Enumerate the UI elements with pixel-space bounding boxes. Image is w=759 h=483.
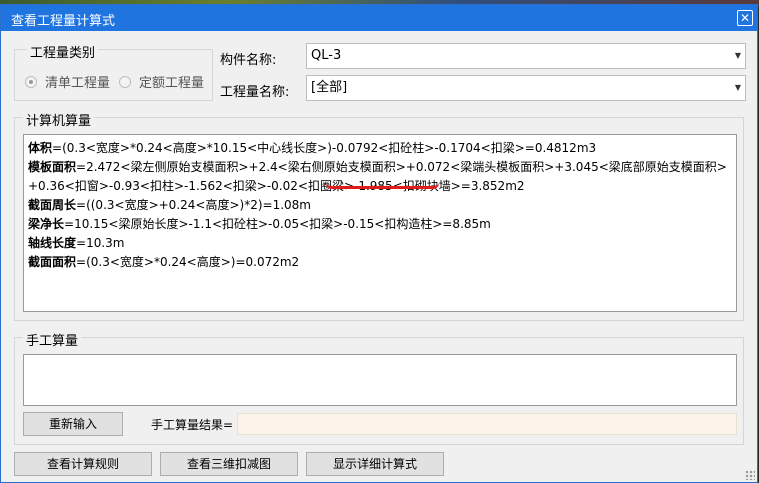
- calc-line-name: 体积: [28, 141, 53, 155]
- quantity-name-select[interactable]: [全部] ▼: [306, 75, 746, 101]
- manual-result-label: 手工算量结果=: [151, 418, 234, 432]
- calc-line-perimeter: 截面周长=((0.3<宽度>+0.24<高度>)*2)=1.08m: [28, 196, 734, 215]
- quantity-type-group: 工程量类别 清单工程量 定额工程量: [14, 42, 213, 101]
- reenter-button[interactable]: 重新输入: [23, 412, 123, 436]
- calc-line-name: 梁净长: [28, 217, 65, 231]
- calc-line-axis-length: 轴线长度=10.3m: [28, 234, 734, 253]
- calc-line-name: 截面周长: [28, 198, 77, 212]
- dialog-window: 查看工程量计算式 ✕ 工程量类别 清单工程量 定额工程量 构件名称: QL-3 …: [0, 4, 758, 483]
- calc-line-name: 轴线长度: [28, 236, 77, 250]
- chevron-down-icon: ▼: [734, 83, 741, 92]
- manual-calc-group: 手工算量 重新输入 手工算量结果=: [14, 330, 744, 445]
- radio-quota-quantity-label: 定额工程量: [139, 76, 205, 91]
- component-name-value: QL-3: [311, 48, 342, 63]
- component-name-select[interactable]: QL-3 ▼: [306, 43, 746, 69]
- calc-line-section-area: 截面面积=(0.3<宽度>*0.24<高度>)=0.072m2: [28, 253, 734, 272]
- radio-list-item[interactable]: 定额工程量: [119, 72, 204, 91]
- close-button[interactable]: ✕: [737, 10, 753, 26]
- calc-line-formula: =(0.3<宽度>*0.24<高度>*10.15<中心线长度>)-0.0792<…: [52, 141, 597, 155]
- calc-line-name: 模板面积: [28, 160, 77, 174]
- calc-line-formula: =10.3m: [76, 236, 125, 250]
- computer-calc-legend: 计算机算量: [23, 110, 95, 129]
- radio-quota-quantity[interactable]: [119, 75, 131, 88]
- quantity-type-legend: 工程量类别: [27, 42, 99, 61]
- component-name-label: 构件名称:: [220, 53, 277, 68]
- computer-calc-group: 计算机算量 体积=(0.3<宽度>*0.24<高度>*10.15<中心线长度>)…: [14, 110, 744, 321]
- calc-line-formula: =10.15<梁原始长度>-1.1<扣砼柱>-0.05<扣梁>-0.15<扣构造…: [64, 217, 491, 231]
- manual-result-field[interactable]: [237, 413, 737, 435]
- radio-bill-quantity-label: 清单工程量: [45, 76, 111, 91]
- quantity-name-label: 工程量名称:: [220, 85, 290, 100]
- chevron-down-icon: ▼: [734, 51, 741, 60]
- calc-line-formwork: 模板面积=2.472<梁左侧原始支模面积>+2.4<梁右侧原始支模面积>+0.0…: [28, 158, 734, 196]
- quantity-name-value: [全部]: [311, 80, 348, 95]
- calc-line-name: 截面面积: [28, 255, 77, 269]
- view-3d-deduction-button[interactable]: 查看三维扣减图: [160, 452, 298, 476]
- calc-line-formula: =(0.3<宽度>*0.24<高度>)=0.072m2: [76, 255, 300, 269]
- title-bar[interactable]: 查看工程量计算式 ✕: [1, 5, 757, 31]
- radio-bill-quantity[interactable]: [25, 75, 37, 88]
- view-calc-rules-button[interactable]: 查看计算规则: [14, 452, 152, 476]
- calc-line-formula: =((0.3<宽度>+0.24<高度>)*2)=1.08m: [76, 198, 311, 212]
- manual-calc-legend: 手工算量: [23, 330, 82, 349]
- resize-grip-icon[interactable]: [745, 470, 755, 480]
- close-icon: ✕: [739, 11, 751, 25]
- radio-list-item[interactable]: 清单工程量: [25, 72, 110, 91]
- calc-line-net-length: 梁净长=10.15<梁原始长度>-1.1<扣砼柱>-0.05<扣梁>-0.15<…: [28, 215, 734, 234]
- red-annotation-underline: [326, 183, 439, 189]
- window-title: 查看工程量计算式: [11, 14, 116, 29]
- computer-calc-textarea[interactable]: 体积=(0.3<宽度>*0.24<高度>*10.15<中心线长度>)-0.079…: [23, 134, 737, 312]
- manual-calc-input[interactable]: [23, 354, 737, 406]
- show-detailed-formula-button[interactable]: 显示详细计算式: [306, 452, 444, 476]
- calc-formula-text: 体积=(0.3<宽度>*0.24<高度>*10.15<中心线长度>)-0.079…: [28, 139, 734, 272]
- calc-line-volume: 体积=(0.3<宽度>*0.24<高度>*10.15<中心线长度>)-0.079…: [28, 139, 734, 158]
